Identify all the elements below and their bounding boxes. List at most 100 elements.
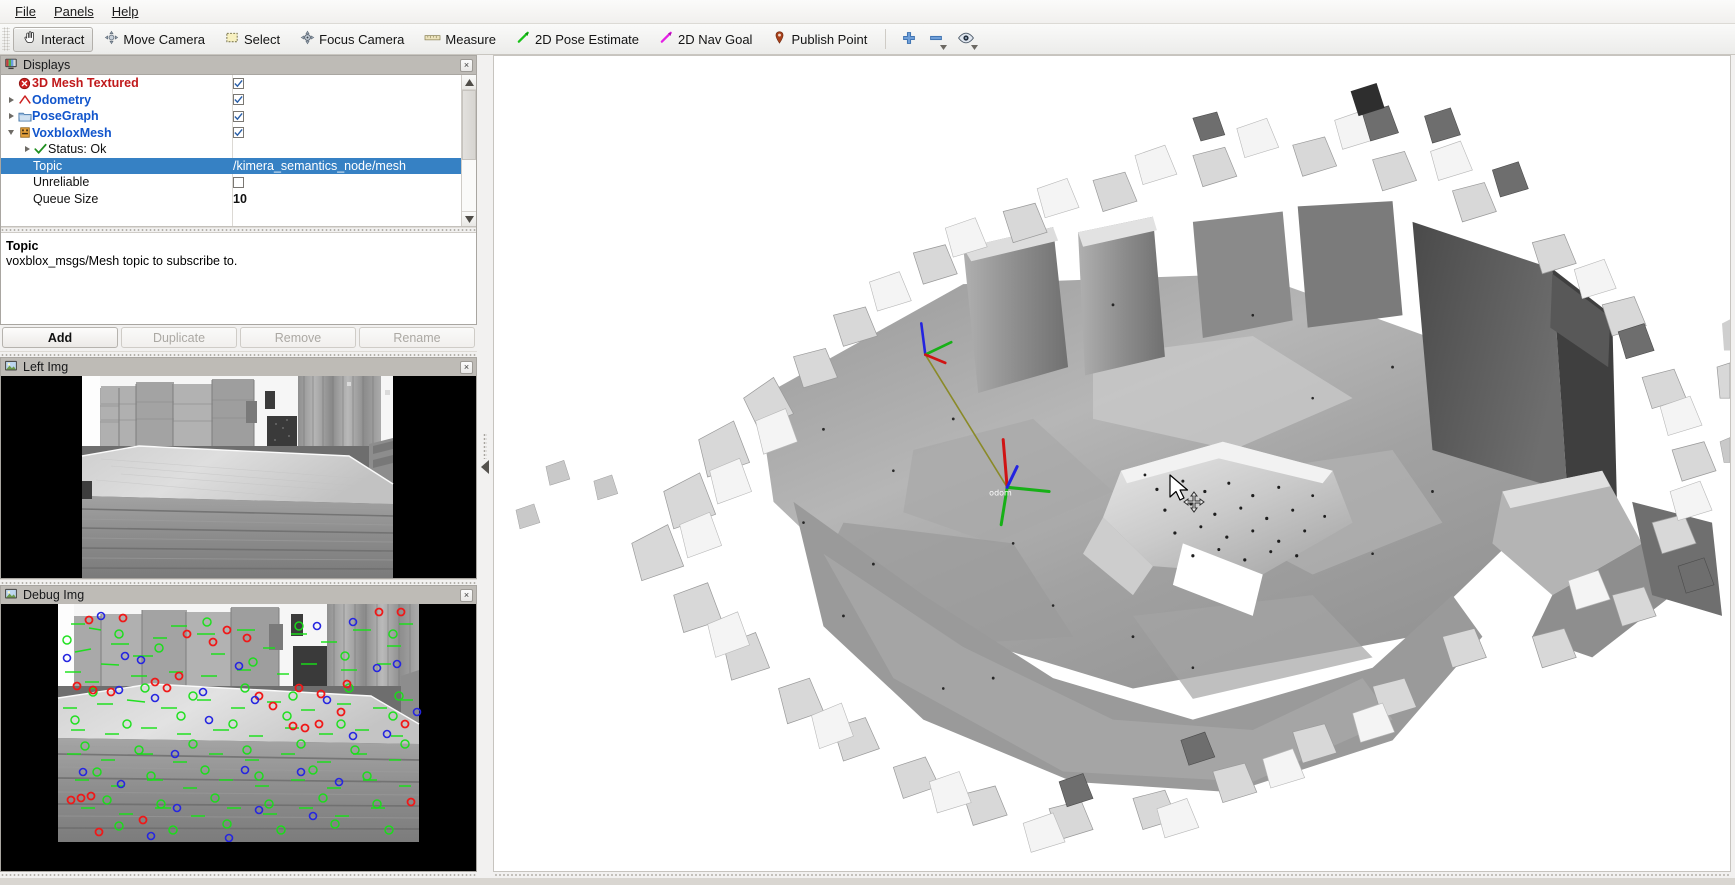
- property-value-queue-size[interactable]: 10: [233, 191, 247, 208]
- left-img-view[interactable]: [0, 376, 477, 579]
- remove-button[interactable]: Remove: [240, 327, 356, 348]
- tool-publish-point[interactable]: Publish Point: [763, 27, 876, 52]
- remove-tool-button[interactable]: [926, 27, 952, 51]
- map-pin-icon: [772, 30, 787, 48]
- property-label-queue-size: Queue Size: [33, 191, 99, 206]
- panel-collapse-handle[interactable]: [477, 55, 493, 878]
- voxblox-mesh-icon: [17, 126, 32, 139]
- table-row[interactable]: PoseGraph: [1, 108, 461, 125]
- displays-panel-titlebar: Displays ×: [0, 55, 477, 74]
- table-row[interactable]: Queue Size 10: [1, 191, 461, 208]
- display-status-label: Status: Ok: [48, 142, 107, 157]
- tool-move-camera-label: Move Camera: [123, 31, 205, 47]
- displays-panel-body: 3D Mesh Textured Odometry PoseGraph Voxb…: [0, 74, 477, 325]
- toolbar-separator: [885, 29, 887, 49]
- tool-visibility-button[interactable]: [956, 27, 982, 51]
- plus-icon: [901, 30, 917, 49]
- scroll-up-button[interactable]: [462, 75, 476, 90]
- scroll-down-button[interactable]: [462, 211, 476, 226]
- tool-measure[interactable]: Measure: [415, 27, 505, 52]
- scrollbar-track[interactable]: [462, 90, 476, 211]
- main-area: Displays × 3D Mesh Textured Odometry Pos…: [0, 55, 1735, 878]
- left-img-close-button[interactable]: ×: [460, 360, 473, 374]
- error-circle-icon: [17, 77, 32, 90]
- menu-bar: File Panels Help: [0, 0, 1735, 24]
- displays-monitor-icon: [4, 57, 18, 74]
- left-img-panel: Left Img ×: [0, 357, 477, 579]
- table-row[interactable]: Unreliable: [1, 174, 461, 191]
- odometry-frame-label: odom: [989, 487, 1012, 497]
- displays-panel-close-button[interactable]: ×: [460, 58, 473, 72]
- table-row[interactable]: 3D Mesh Textured: [1, 75, 461, 92]
- scrollbar-thumb[interactable]: [462, 90, 476, 161]
- menu-help-label: Help: [111, 4, 139, 19]
- chevron-down-icon[interactable]: [970, 39, 978, 53]
- tool-publish-point-label: Publish Point: [791, 31, 868, 47]
- menu-file[interactable]: File: [6, 2, 45, 21]
- tool-2d-pose-estimate-label: 2D Pose Estimate: [534, 31, 640, 47]
- rename-button[interactable]: Rename: [359, 327, 475, 348]
- 3d-render-view[interactable]: odom: [493, 55, 1731, 872]
- folder-icon: [17, 110, 32, 123]
- green-arrow-icon: [516, 30, 531, 48]
- tool-2d-nav-goal[interactable]: 2D Nav Goal: [650, 27, 761, 52]
- menu-panels[interactable]: Panels: [45, 2, 103, 21]
- debug-img-close-button[interactable]: ×: [460, 588, 473, 602]
- topic-value-text: /kimera_semantics_node/mesh: [233, 158, 406, 173]
- table-row[interactable]: Status: Ok: [1, 141, 461, 158]
- debug-img-titlebar: Debug Img ×: [0, 585, 477, 604]
- menu-panels-label: Panels: [53, 4, 94, 19]
- display-item-value[interactable]: [233, 75, 244, 92]
- tool-bar: Interact Move Camera Select Focus Camera…: [0, 24, 1735, 55]
- displays-panel: Displays × 3D Mesh Textured Odometry Pos…: [0, 55, 477, 351]
- add-button[interactable]: Add: [2, 327, 118, 348]
- table-row[interactable]: VoxbloxMesh: [1, 125, 461, 142]
- toolbar-drag-grip[interactable]: [2, 27, 10, 51]
- tool-2d-pose-estimate[interactable]: 2D Pose Estimate: [507, 27, 648, 52]
- table-row[interactable]: Topic /kimera_semantics_node/mesh: [1, 157, 461, 175]
- move-camera-icon: [104, 30, 119, 48]
- property-label-unreliable: Unreliable: [33, 175, 90, 190]
- unreliable-checkbox[interactable]: [233, 176, 244, 188]
- display-item-label: VoxbloxMesh: [32, 125, 112, 140]
- tree-expander[interactable]: [5, 113, 17, 120]
- chevron-down-icon[interactable]: [939, 39, 947, 53]
- display-item-value[interactable]: [233, 125, 244, 142]
- property-value-unreliable[interactable]: [233, 174, 244, 191]
- display-item-label: 3D Mesh Textured: [32, 76, 139, 91]
- duplicate-button[interactable]: Duplicate: [121, 327, 237, 348]
- displays-tree[interactable]: 3D Mesh Textured Odometry PoseGraph Voxb…: [1, 75, 461, 226]
- chevron-down-icon: [8, 130, 14, 136]
- debug-img-view[interactable]: [0, 604, 477, 872]
- rviz-window: File Panels Help Interact Move Camera Se…: [0, 0, 1735, 885]
- chevron-right-icon: [8, 96, 14, 103]
- display-item-value[interactable]: [233, 92, 244, 109]
- tree-expander[interactable]: [5, 130, 17, 136]
- property-value-topic[interactable]: /kimera_semantics_node/mesh: [233, 158, 406, 175]
- tool-measure-label: Measure: [445, 31, 496, 47]
- odometry-arrow-icon: [17, 93, 32, 106]
- visibility-checkbox[interactable]: [233, 77, 244, 89]
- description-title: Topic: [6, 239, 39, 253]
- visibility-checkbox[interactable]: [233, 110, 244, 122]
- tool-select[interactable]: Select: [216, 27, 289, 52]
- display-item-value[interactable]: [233, 108, 244, 125]
- tool-move-camera[interactable]: Move Camera: [95, 27, 214, 52]
- tree-expander[interactable]: [5, 96, 17, 103]
- collapse-left-arrow-icon[interactable]: [481, 459, 489, 474]
- menu-help[interactable]: Help: [103, 2, 148, 21]
- tool-focus-camera-label: Focus Camera: [319, 31, 405, 47]
- left-dock-column: Displays × 3D Mesh Textured Odometry Pos…: [0, 55, 477, 878]
- displays-panel-title: Displays: [23, 58, 71, 72]
- visibility-checkbox[interactable]: [233, 94, 244, 106]
- left-img-titlebar: Left Img ×: [0, 357, 477, 376]
- status-bar: [0, 878, 1735, 885]
- tool-interact[interactable]: Interact: [13, 26, 94, 52]
- displays-tree-scrollbar[interactable]: [461, 75, 476, 226]
- tree-expander[interactable]: [21, 146, 33, 153]
- tool-focus-camera[interactable]: Focus Camera: [291, 27, 413, 52]
- table-row[interactable]: Odometry: [1, 92, 461, 109]
- visibility-checkbox[interactable]: [233, 127, 244, 139]
- add-tool-button[interactable]: [896, 27, 922, 51]
- display-item-label: Odometry: [32, 92, 92, 107]
